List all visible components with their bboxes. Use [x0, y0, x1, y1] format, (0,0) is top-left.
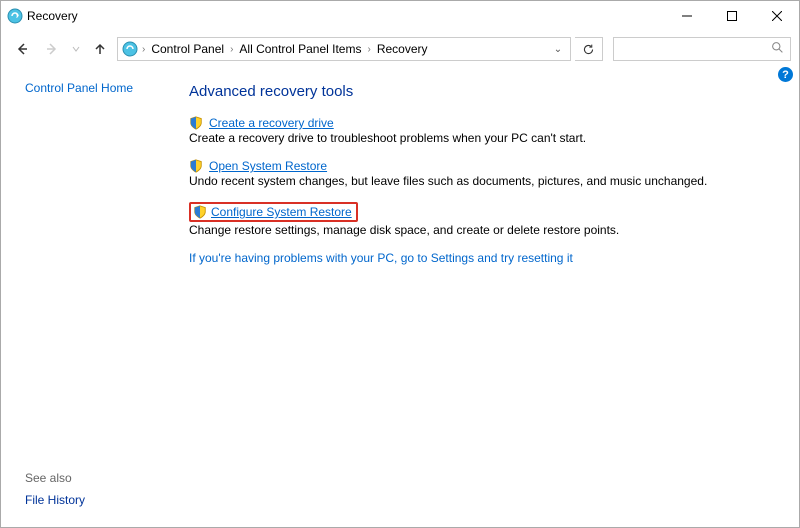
- highlighted-box: Configure System Restore: [189, 202, 358, 222]
- refresh-icon: [582, 43, 595, 56]
- app-icon: [7, 8, 23, 24]
- back-arrow-icon: [15, 42, 29, 56]
- breadcrumb-control-panel[interactable]: Control Panel: [147, 42, 228, 56]
- shield-icon: [189, 159, 203, 173]
- location-icon: [120, 41, 140, 57]
- see-also-label: See also: [25, 471, 85, 485]
- search-box[interactable]: [613, 37, 791, 61]
- crumb-sep: ›: [228, 44, 235, 55]
- up-button[interactable]: [87, 36, 113, 62]
- reset-pc-link[interactable]: If you're having problems with your PC, …: [189, 251, 779, 265]
- shield-icon: [193, 205, 207, 219]
- chevron-down-icon: [72, 45, 80, 53]
- shield-icon: [189, 116, 203, 130]
- tool-create-recovery-drive: Create a recovery drive Create a recover…: [189, 116, 779, 145]
- sidebar: Control Panel Home See also File History: [1, 67, 181, 527]
- tool-configure-system-restore: Configure System Restore Change restore …: [189, 202, 779, 237]
- breadcrumb-all-items[interactable]: All Control Panel Items: [235, 42, 365, 56]
- titlebar: Recovery: [1, 1, 799, 31]
- close-button[interactable]: [754, 1, 799, 31]
- search-icon: [771, 41, 784, 57]
- file-history-link[interactable]: File History: [25, 493, 85, 507]
- address-dropdown[interactable]: ⌄: [548, 44, 568, 55]
- page-heading: Advanced recovery tools: [189, 83, 779, 100]
- minimize-icon: [682, 11, 692, 21]
- forward-button[interactable]: [39, 36, 65, 62]
- main-panel: ? Advanced recovery tools Create a recov…: [181, 67, 799, 527]
- minimize-button[interactable]: [664, 1, 709, 31]
- content-area: Control Panel Home See also File History…: [1, 67, 799, 527]
- recent-dropdown[interactable]: [69, 36, 83, 62]
- open-system-restore-link[interactable]: Open System Restore: [209, 159, 327, 173]
- window-title: Recovery: [27, 9, 78, 23]
- sidebar-see-also: See also File History: [25, 471, 85, 513]
- back-button[interactable]: [9, 36, 35, 62]
- tool-open-system-restore: Open System Restore Undo recent system c…: [189, 159, 779, 188]
- sidebar-home-link[interactable]: Control Panel Home: [25, 81, 173, 95]
- tool-desc: Change restore settings, manage disk spa…: [189, 223, 779, 237]
- breadcrumb-recovery[interactable]: Recovery: [373, 42, 432, 56]
- refresh-button[interactable]: [575, 37, 603, 61]
- forward-arrow-icon: [45, 42, 59, 56]
- maximize-icon: [727, 11, 737, 21]
- tool-desc: Create a recovery drive to troubleshoot …: [189, 131, 779, 145]
- window-controls: [664, 1, 799, 31]
- create-recovery-drive-link[interactable]: Create a recovery drive: [209, 116, 334, 130]
- address-bar[interactable]: › Control Panel › All Control Panel Item…: [117, 37, 571, 61]
- configure-system-restore-link[interactable]: Configure System Restore: [211, 205, 352, 219]
- crumb-sep: ›: [140, 44, 147, 55]
- crumb-sep: ›: [365, 44, 372, 55]
- up-arrow-icon: [93, 42, 107, 56]
- maximize-button[interactable]: [709, 1, 754, 31]
- tool-desc: Undo recent system changes, but leave fi…: [189, 174, 779, 188]
- close-icon: [772, 11, 782, 21]
- toolbar: › Control Panel › All Control Panel Item…: [1, 31, 799, 67]
- help-icon[interactable]: ?: [778, 67, 793, 82]
